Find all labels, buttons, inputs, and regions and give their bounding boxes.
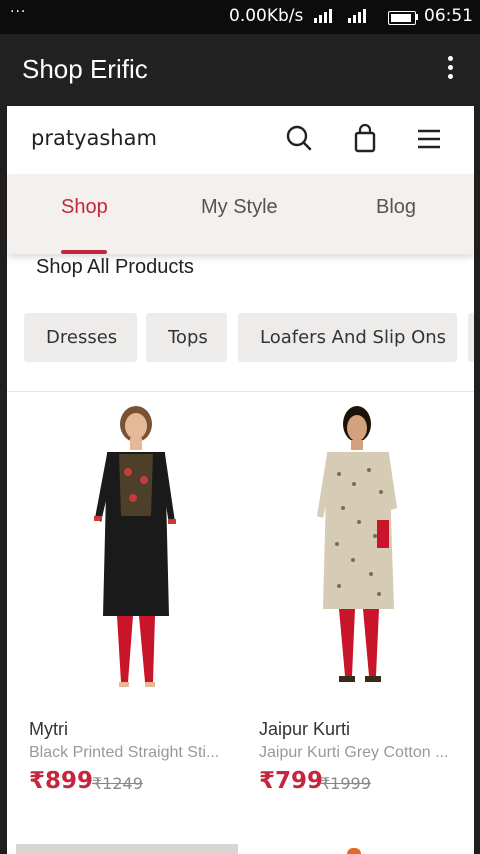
section-title: Shop All Products	[36, 256, 194, 278]
nav-tabs: Shop My Style Blog	[7, 174, 474, 254]
product-image-partial[interactable]	[347, 848, 361, 854]
category-chip-tops[interactable]: Tops	[146, 313, 227, 362]
product-price: ₹799	[259, 768, 324, 794]
menu-icon[interactable]	[412, 122, 446, 156]
webview: pratyasham Shop My Style Blog Shop All P…	[7, 106, 474, 854]
product-brand: Mytri	[29, 719, 68, 739]
battery-cap	[416, 14, 418, 20]
shopping-bag-icon[interactable]	[348, 122, 382, 156]
search-icon[interactable]	[282, 122, 316, 156]
active-tab-indicator	[61, 250, 107, 254]
tab-shop[interactable]: Shop	[61, 196, 108, 219]
product-description: Black Printed Straight Sti...	[29, 744, 220, 761]
divider	[7, 391, 474, 392]
app-title: Shop Erific	[22, 54, 148, 84]
network-speed: 0.00Kb/s	[229, 6, 304, 26]
product-price: ₹899	[29, 768, 94, 794]
category-chip-partial[interactable]	[468, 313, 474, 362]
clock: 06:51	[424, 6, 473, 26]
tab-my-style[interactable]: My Style	[201, 196, 278, 219]
tab-blog[interactable]: Blog	[376, 196, 416, 219]
site-logo[interactable]: pratyasham	[31, 126, 157, 150]
category-chip-loafers[interactable]: Loafers And Slip Ons	[238, 313, 457, 362]
more-vertical-icon[interactable]	[442, 56, 458, 86]
product-mrp: ₹1999	[320, 774, 371, 793]
battery-icon	[388, 11, 416, 25]
status-bar: ··· 0.00Kb/s 06:51	[0, 0, 480, 34]
product-image[interactable]	[259, 404, 474, 709]
product-description: Jaipur Kurti Grey Cotton ...	[259, 744, 449, 761]
product-mrp: ₹1249	[92, 774, 143, 793]
signal-icon	[312, 9, 382, 26]
app-bar: Shop Erific	[0, 34, 480, 106]
product-card[interactable]: Jaipur Kurti Jaipur Kurti Grey Cotton ..…	[259, 404, 474, 804]
product-image[interactable]	[29, 404, 249, 709]
notification-dots: ···	[10, 4, 27, 20]
product-image-partial[interactable]	[16, 844, 238, 854]
site-header: pratyasham	[7, 106, 474, 175]
product-brand: Jaipur Kurti	[259, 719, 351, 739]
category-chip-dresses[interactable]: Dresses	[24, 313, 137, 362]
product-card[interactable]: Mytri Black Printed Straight Sti... ₹899…	[29, 404, 249, 804]
